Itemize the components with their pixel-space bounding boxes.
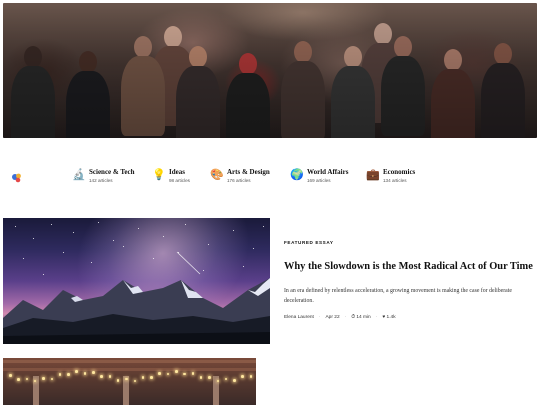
category-count: 98 articles — [169, 178, 190, 183]
category-count: 134 articles — [383, 178, 407, 183]
string-light-bulb — [116, 379, 120, 382]
string-light-bulb — [183, 372, 186, 376]
category-text: World Affairs 169 articles — [307, 168, 348, 184]
category-name: Ideas — [169, 168, 185, 176]
publish-date: Apr 22 — [325, 314, 340, 320]
likes-count: 1.4k — [386, 314, 396, 320]
briefcase-icon: 💼 — [366, 168, 380, 181]
meta-separator: · — [375, 314, 378, 320]
category-item[interactable]: 🎨 Arts & Design 176 articles — [210, 168, 270, 184]
string-light-bulb — [150, 376, 153, 379]
microscope-icon: 🔬 — [72, 168, 86, 181]
category-item[interactable]: 💡 Ideas 98 articles — [152, 168, 190, 184]
palette-blobs-icon[interactable] — [10, 171, 24, 185]
clock-icon: ⏱ — [351, 315, 355, 320]
string-light-bulb — [108, 375, 112, 378]
string-light-bulb — [233, 379, 236, 382]
string-light-bulb — [100, 375, 103, 378]
heart-icon: ♥ — [382, 314, 386, 320]
string-light-bulb — [9, 374, 12, 377]
string-light-bulb — [133, 379, 136, 383]
string-light-bulb — [25, 377, 29, 381]
string-light-bulb — [175, 370, 178, 373]
category-text: Science & Tech 142 articles — [89, 168, 135, 184]
lightbulb-icon: 💡 — [152, 168, 166, 181]
mountain-landscape — [3, 251, 270, 344]
string-light-bulb — [208, 376, 211, 379]
string-light-bulb — [83, 372, 87, 375]
category-name: Arts & Design — [227, 168, 270, 176]
featured-excerpt: In an era defined by relentless accelera… — [284, 288, 512, 304]
string-light-bulb — [249, 375, 253, 378]
category-name: World Affairs — [307, 168, 349, 176]
likes[interactable]: ♥ 1.4k — [382, 315, 395, 320]
string-light-bulb — [166, 372, 170, 376]
meta-separator: · — [344, 314, 347, 320]
category-item[interactable]: 🌍 World Affairs 169 articles — [290, 168, 348, 184]
article-image[interactable] — [3, 358, 256, 405]
read-time: ⏱ 14 min — [351, 314, 371, 320]
string-light-bulb — [50, 377, 53, 381]
string-light-bulb — [17, 378, 20, 381]
featured-kicker: FEATURED ESSAY — [284, 240, 334, 245]
category-count: 169 articles — [307, 178, 331, 183]
string-light-bulb — [58, 373, 62, 376]
read-time-value: 14 min — [356, 315, 371, 320]
category-item[interactable]: 🔬 Science & Tech 142 articles — [72, 168, 135, 184]
category-text: Economics 134 articles — [383, 168, 415, 184]
category-name: Economics — [383, 168, 416, 176]
category-name: Science & Tech — [89, 168, 135, 176]
category-item[interactable]: 💼 Economics 134 articles — [366, 168, 415, 184]
string-light-bulb — [199, 376, 203, 379]
category-count: 176 articles — [227, 178, 251, 183]
string-light-bulb — [158, 372, 161, 375]
category-text: Ideas 98 articles — [169, 168, 190, 184]
string-light-bulb — [141, 376, 145, 379]
string-light-bulb — [67, 373, 70, 376]
string-light-bulb — [241, 375, 244, 378]
palette-icon: 🎨 — [210, 168, 224, 181]
globe-icon: 🌍 — [290, 168, 304, 181]
hero-image — [3, 3, 537, 138]
featured-image[interactable] — [3, 218, 270, 344]
meta-separator: · — [318, 314, 321, 320]
string-light-bulb — [75, 370, 78, 373]
category-bar: 🔬 Science & Tech 142 articles 💡 Ideas 98 arti… — [10, 168, 530, 192]
featured-meta: Elena Laurent · Apr 22 · ⏱ 14 min · ♥ 1.… — [284, 314, 396, 321]
category-text: Arts & Design 176 articles — [227, 168, 270, 184]
string-light-bulb — [42, 377, 45, 380]
string-light-bulb — [224, 377, 228, 381]
string-light-bulb — [191, 372, 195, 375]
author-name[interactable]: Elena Laurent — [284, 315, 314, 320]
featured-title[interactable]: Why the Slowdown is the Most Radical Act… — [284, 260, 534, 273]
category-count: 142 articles — [89, 178, 113, 183]
string-light-bulb — [92, 371, 95, 374]
